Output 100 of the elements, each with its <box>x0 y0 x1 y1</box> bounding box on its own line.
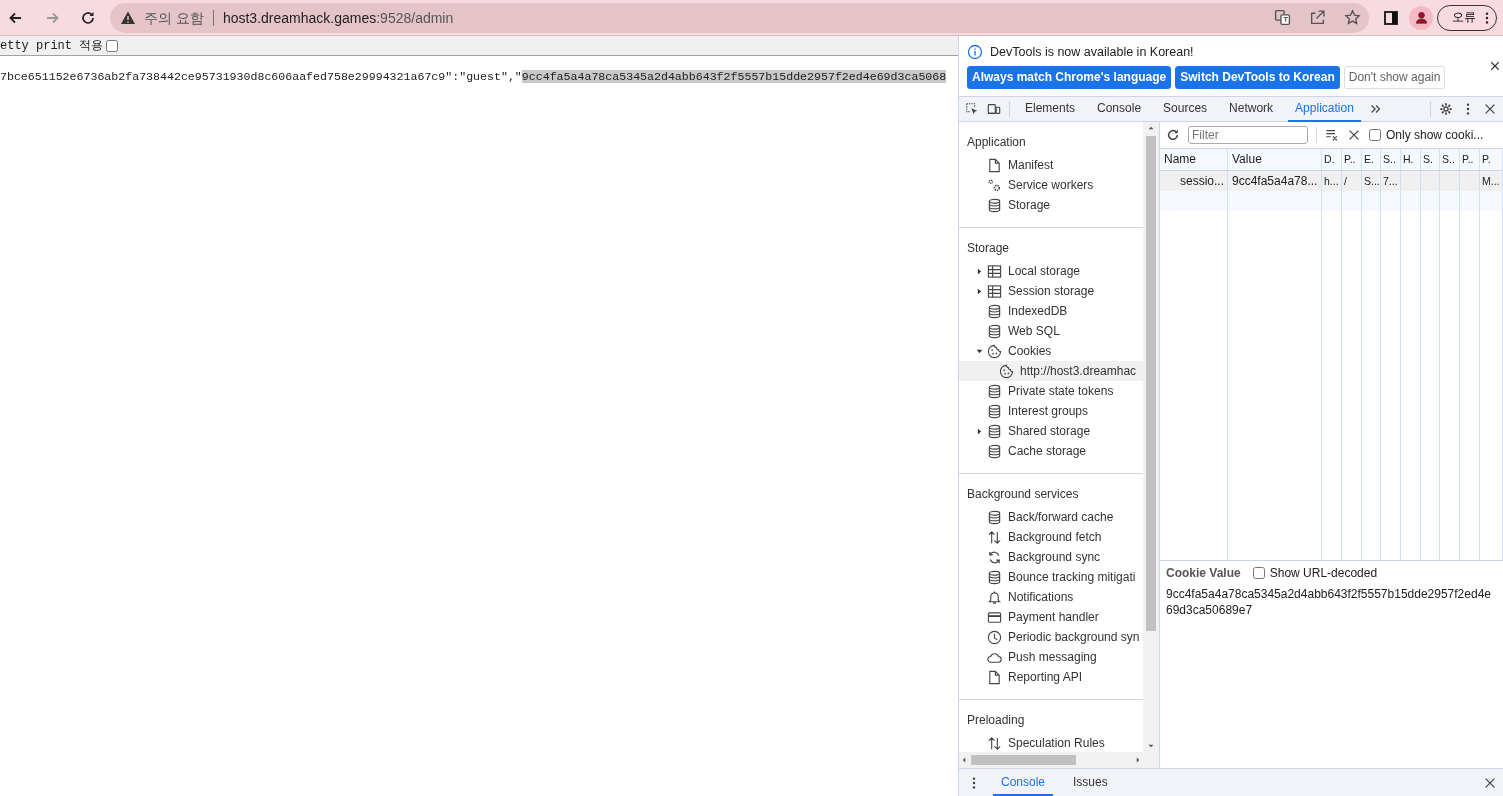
column-header[interactable]: S. <box>1421 149 1440 170</box>
column-header[interactable]: H. <box>1401 149 1421 170</box>
panel-tab[interactable]: Sources <box>1156 96 1215 122</box>
sidebar-item[interactable]: Notifications <box>959 587 1143 607</box>
sync-icon <box>987 549 1002 565</box>
column-header[interactable]: P.. <box>1460 149 1480 170</box>
database-icon <box>987 569 1002 585</box>
cookie-icon <box>999 363 1014 379</box>
gears-icon <box>987 177 1002 193</box>
sidebar-item[interactable]: Background sync <box>959 547 1143 567</box>
sidebar-item[interactable]: Cookies <box>959 341 1143 361</box>
url-decoded-label: Show URL-decoded <box>1269 566 1378 580</box>
sidebar-item[interactable]: Interest groups <box>959 401 1143 421</box>
table-cell: h... <box>1324 175 1339 187</box>
table-row[interactable]: sessio... 9cc4fa5a4a78... h... / S... 7... M... <box>1160 171 1503 191</box>
cookie-icon <box>987 343 1002 359</box>
column-header[interactable]: P. <box>1480 149 1503 170</box>
clock-icon <box>987 629 1002 645</box>
clear-filtered-icon[interactable] <box>1325 128 1339 142</box>
share-icon[interactable] <box>1309 9 1326 26</box>
column-header[interactable]: S.. <box>1381 149 1401 170</box>
filter-field[interactable]: Filter <box>1188 126 1308 144</box>
inspect-icon[interactable] <box>965 102 979 116</box>
translate-icon[interactable] <box>1274 9 1291 26</box>
table-cell: 9cc4fa5a4a78... <box>1232 174 1318 188</box>
sidebar-item[interactable]: http://host3.dreamhac <box>959 361 1143 381</box>
sidebar-item[interactable]: Cache storage <box>959 441 1143 461</box>
drawer-tab[interactable]: Console <box>993 769 1054 796</box>
table-cell: M... <box>1482 175 1500 187</box>
close-icon[interactable] <box>1483 102 1497 116</box>
url-decoded-checkbox[interactable] <box>1252 567 1265 579</box>
sidebar-item[interactable]: Manifest <box>959 155 1143 175</box>
address-bar[interactable]: 주의 요함 host3.dreamhack.games:9528/admin <box>110 2 1369 33</box>
sidebar-item[interactable]: Web SQL <box>959 321 1143 341</box>
sidebar-item[interactable]: Storage <box>959 195 1143 215</box>
sidebar-item[interactable]: Reporting API <box>959 667 1143 687</box>
banner-button[interactable]: Switch DevTools to Korean <box>1175 65 1340 89</box>
sidebar-item[interactable]: Service workers <box>959 175 1143 195</box>
document-icon <box>987 157 1002 173</box>
vertical-scrollbar[interactable] <box>1143 122 1159 752</box>
sidebar-item[interactable]: Session storage <box>959 281 1143 301</box>
collapsed-arrow-icon[interactable] <box>975 426 984 436</box>
column-header[interactable]: E. <box>1362 149 1381 170</box>
delete-icon[interactable] <box>1347 128 1361 142</box>
panel-tab[interactable]: Application <box>1288 96 1361 122</box>
table-cell: sessio... <box>1180 174 1224 188</box>
sidebar-item[interactable]: Background fetch <box>959 527 1143 547</box>
profile-button[interactable]: 오류 <box>1437 4 1497 31</box>
scroll-thumb[interactable] <box>971 755 1076 765</box>
column-header[interactable]: P.. <box>1342 149 1362 170</box>
table-cell: S... <box>1364 175 1380 187</box>
document-icon <box>987 669 1002 685</box>
cookie-value-text: 9cc4fa5a4a78ca5345a2d4abb643f2f5557b15dde2957f2ed4e69d3ca50689e7 <box>1166 586 1492 618</box>
panel-tab[interactable]: Console <box>1090 96 1149 122</box>
panel-tab[interactable]: Elements <box>1018 96 1083 122</box>
banner-button[interactable]: Don't show again <box>1343 65 1446 89</box>
database-icon <box>987 303 1002 319</box>
table-icon <box>987 263 1002 279</box>
sidebar-item[interactable]: Bounce tracking mitigati <box>959 567 1143 587</box>
banner-message: DevTools is now available in Korean! <box>990 44 1194 59</box>
horizontal-scrollbar[interactable] <box>959 752 1159 768</box>
up-down-arrows-icon <box>987 529 1002 545</box>
pretty-print-checkbox[interactable] <box>106 39 119 52</box>
panel-tab[interactable]: Network <box>1222 96 1281 122</box>
refresh-icon[interactable] <box>1166 128 1180 142</box>
column-header[interactable]: Name <box>1160 149 1228 170</box>
column-header[interactable]: D. <box>1322 149 1342 170</box>
sidebar-item[interactable]: IndexedDB <box>959 301 1143 321</box>
device-toolbar-icon[interactable] <box>987 102 1001 116</box>
database-icon <box>987 443 1002 459</box>
collapsed-arrow-icon[interactable] <box>975 266 984 276</box>
banner-button[interactable]: Always match Chrome's language <box>967 65 1172 89</box>
avatar-icon[interactable] <box>1409 5 1433 30</box>
settings-icon[interactable] <box>1439 102 1453 116</box>
sidebar-item[interactable]: Speculation Rules <box>959 733 1143 752</box>
star-icon[interactable] <box>1344 9 1361 26</box>
table-cell: / <box>1344 175 1347 187</box>
database-icon <box>987 383 1002 399</box>
sidebar-item[interactable]: Push messaging <box>959 647 1143 667</box>
sidebar-item[interactable]: Payment handler <box>959 607 1143 627</box>
column-header[interactable]: S.. <box>1440 149 1460 170</box>
table-cell: 7... <box>1383 175 1398 187</box>
sidebar-item[interactable]: Periodic background syn <box>959 627 1143 647</box>
database-icon <box>987 509 1002 525</box>
sidebar-item[interactable]: Back/forward cache <box>959 507 1143 527</box>
sidebar-item[interactable]: Private state tokens <box>959 381 1143 401</box>
json-text: 7bce651152e6736ab2fa738442ce95731930d8c606aafed758e29994321a67c9":"guest"," <box>0 70 522 83</box>
warning-icon <box>120 9 136 26</box>
card-icon <box>987 609 1002 625</box>
bell-icon <box>987 589 1002 605</box>
close-icon[interactable] <box>1489 60 1501 72</box>
collapsed-arrow-icon[interactable] <box>975 286 984 296</box>
sidebar-item[interactable]: Local storage <box>959 261 1143 281</box>
reload-icon[interactable] <box>80 9 96 26</box>
side-panel-icon[interactable] <box>1383 9 1399 26</box>
only-show-checkbox[interactable] <box>1369 129 1381 141</box>
scroll-thumb[interactable] <box>1146 136 1156 631</box>
drawer-tab[interactable]: Issues <box>1065 769 1116 796</box>
column-header[interactable]: Value <box>1228 149 1322 170</box>
sidebar-item[interactable]: Shared storage <box>959 421 1143 441</box>
